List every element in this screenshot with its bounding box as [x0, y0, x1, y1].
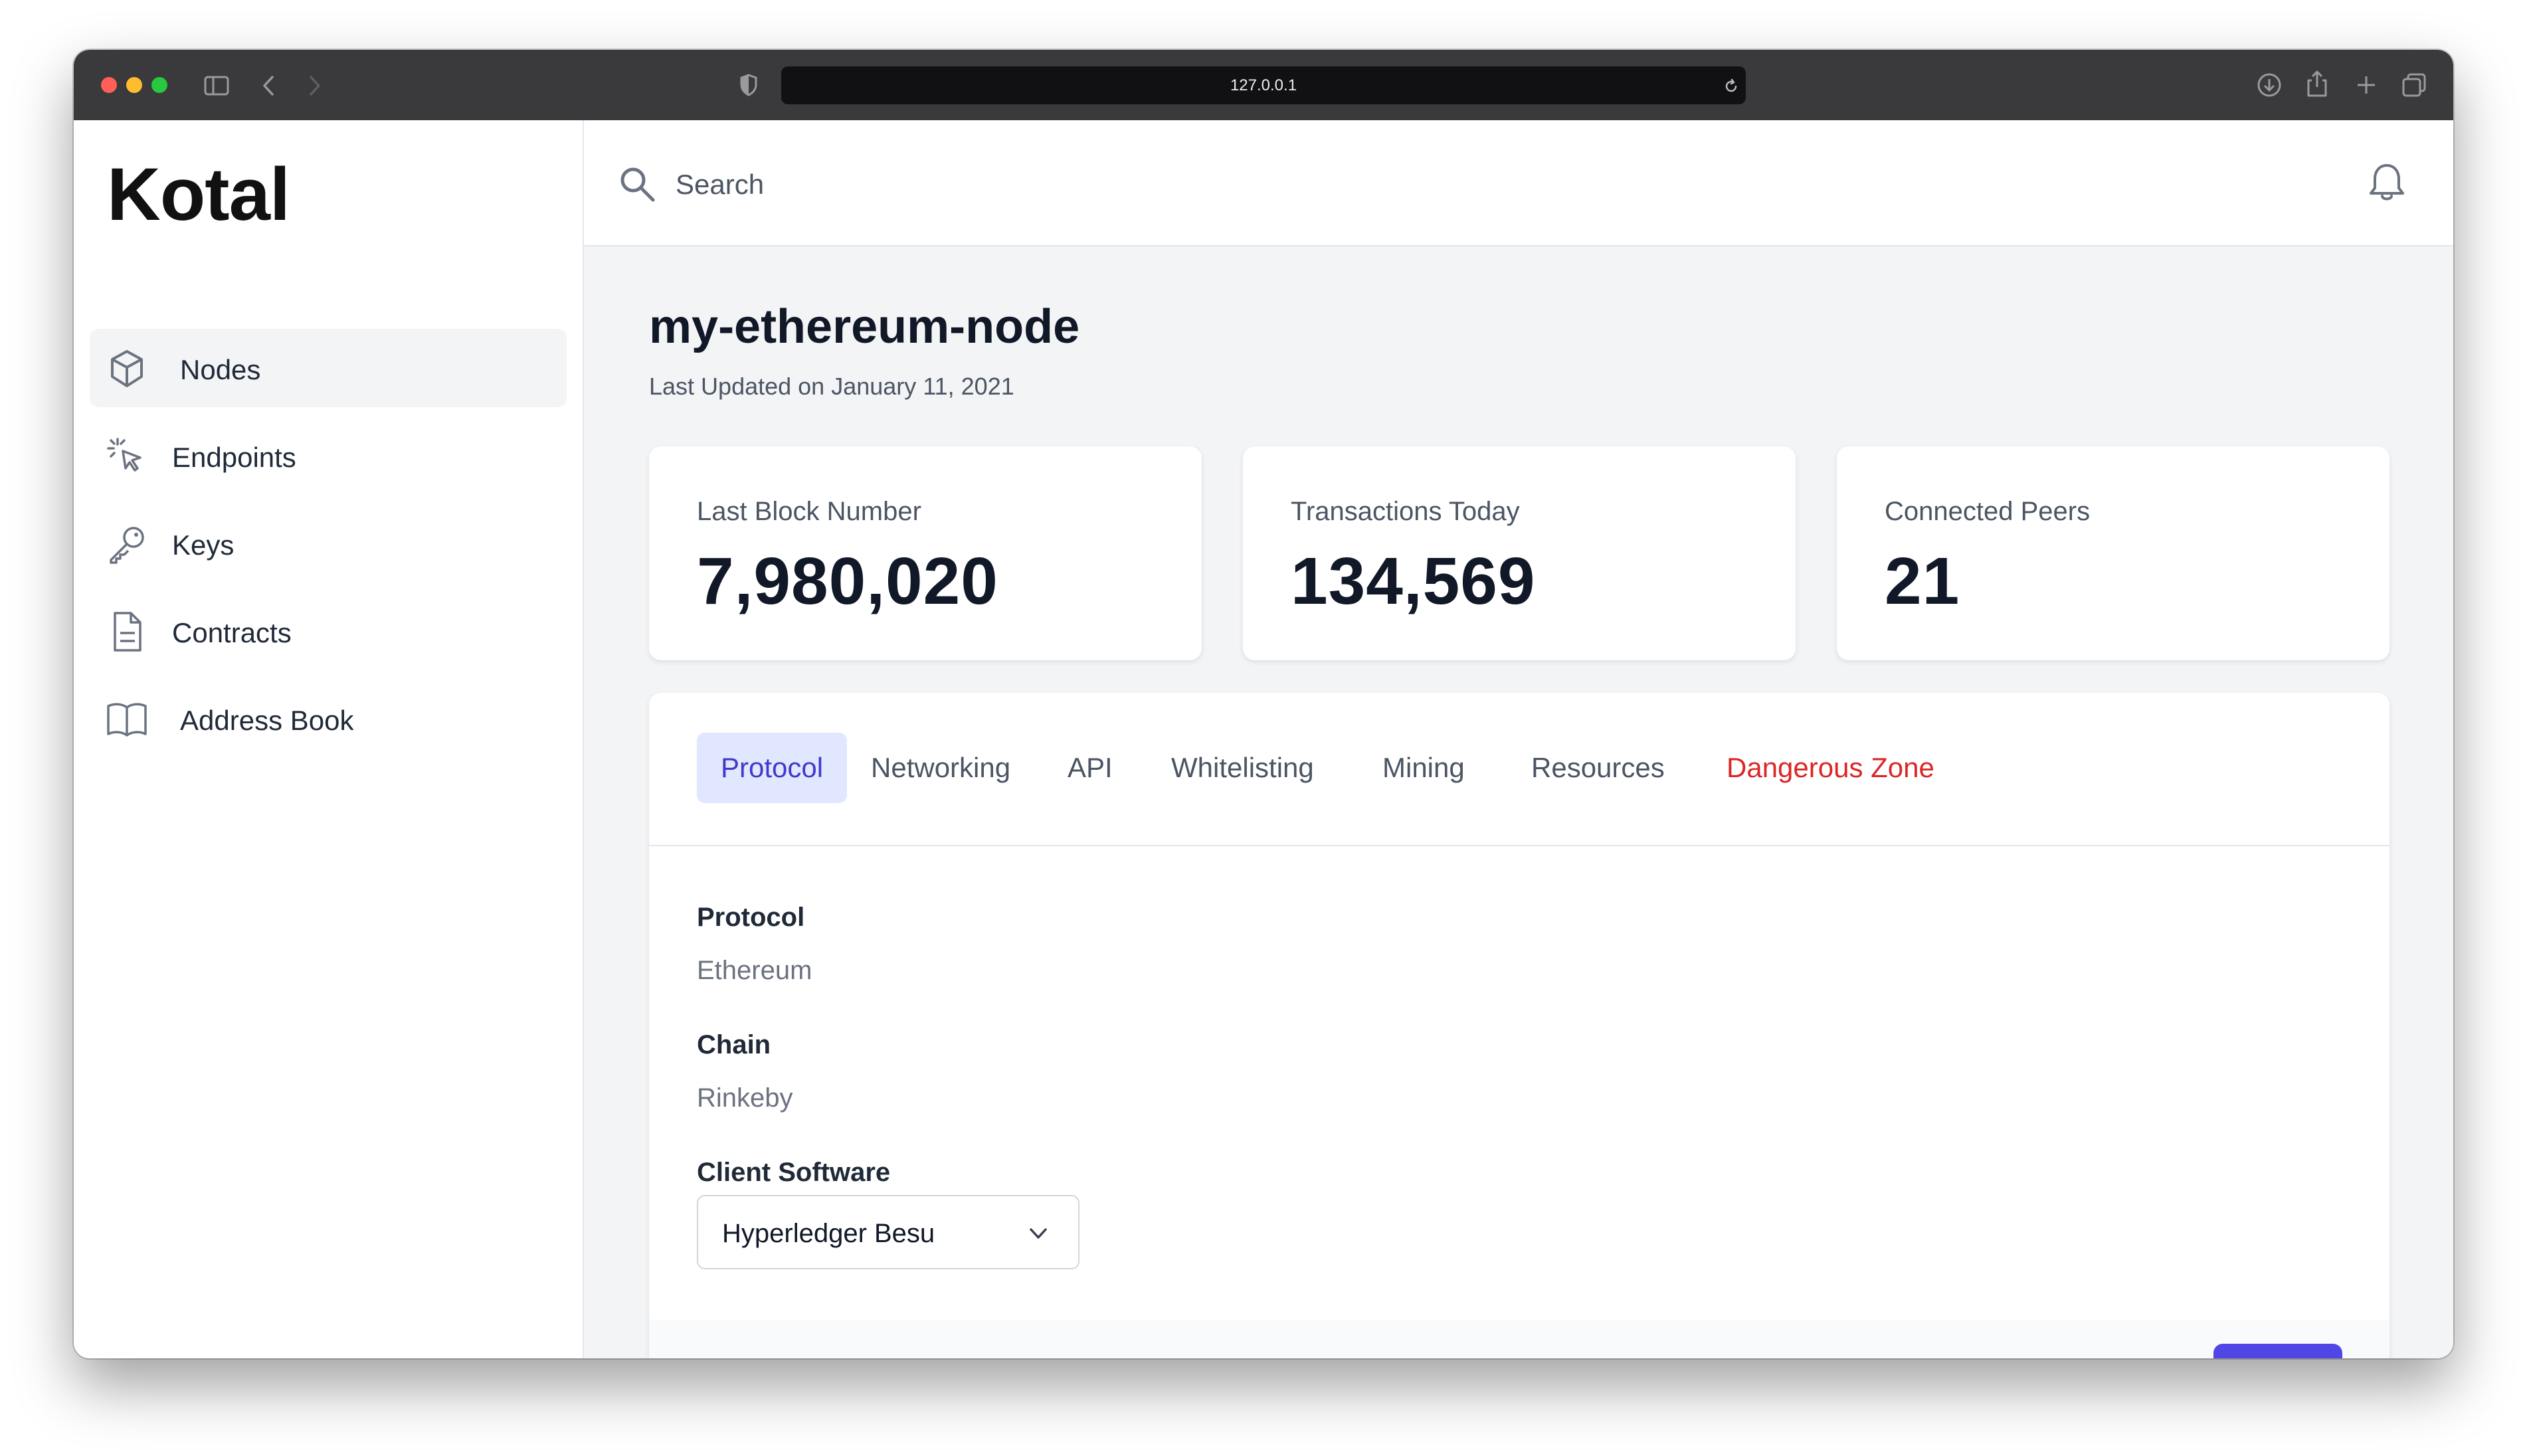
tab-dangerous-zone[interactable]: Dangerous Zone	[1703, 733, 1958, 803]
sidebar-item-label: Contracts	[172, 617, 292, 648]
url-text: 127.0.0.1	[1230, 76, 1297, 94]
page-title: my-ethereum-node	[649, 300, 1080, 353]
stat-card-peers: Connected Peers 21	[1837, 446, 2389, 660]
sidebar-toggle-icon[interactable]	[204, 76, 229, 96]
zoom-window-button[interactable]	[151, 77, 167, 93]
sidebar-item-keys[interactable]: Keys	[90, 504, 567, 583]
panel-footer	[649, 1320, 2389, 1358]
document-icon	[114, 612, 141, 652]
tab-networking[interactable]: Networking	[847, 733, 1034, 803]
last-updated-text: Last Updated on January 11, 2021	[649, 373, 1014, 400]
address-bar[interactable]: 127.0.0.1	[781, 66, 1746, 104]
app-logo[interactable]: Kotal	[107, 157, 290, 232]
sidebar-item-contracts[interactable]: Contracts	[90, 592, 567, 670]
app: Kotal Nodes Endpoints Keys Contracts Add…	[74, 120, 2453, 1358]
tab-mining[interactable]: Mining	[1358, 733, 1489, 803]
downloads-icon[interactable]	[2257, 72, 2282, 98]
tab-resources[interactable]: Resources	[1507, 733, 1689, 803]
stat-value: 134,569	[1291, 544, 1536, 618]
new-tab-icon[interactable]	[2356, 74, 2377, 96]
sidebar-item-label: Address Book	[180, 705, 354, 736]
sidebar-item-label: Keys	[172, 529, 234, 561]
browser-window: 127.0.0.1 Kotal Nodes Endpoints Keys Con…	[74, 50, 2453, 1358]
stat-value: 7,980,020	[697, 544, 998, 618]
sidebar-item-address-book[interactable]: Address Book	[90, 680, 567, 758]
chain-label: Chain	[697, 1030, 771, 1059]
cursor-click-icon	[107, 438, 141, 472]
book-icon	[107, 703, 147, 737]
chain-value: Rinkeby	[697, 1083, 793, 1113]
minimize-window-button[interactable]	[126, 77, 142, 93]
stat-label: Transactions Today	[1291, 497, 1520, 526]
tab-overview-icon[interactable]	[2401, 72, 2427, 98]
stat-value: 21	[1885, 544, 1960, 618]
sidebar-item-endpoints[interactable]: Endpoints	[90, 416, 567, 495]
tab-whitelisting[interactable]: Whitelisting	[1147, 733, 1338, 803]
privacy-shield-icon[interactable]	[739, 74, 758, 96]
tab-protocol[interactable]: Protocol	[697, 733, 848, 803]
tab-api[interactable]: API	[1044, 733, 1137, 803]
protocol-value: Ethereum	[697, 956, 812, 985]
stat-card-transactions: Transactions Today 134,569	[1243, 446, 1796, 660]
settings-panel: Protocol Networking API Whitelisting Min…	[649, 693, 2389, 1358]
browser-toolbar: 127.0.0.1	[74, 50, 2453, 120]
close-window-button[interactable]	[101, 77, 117, 93]
search-icon	[620, 167, 655, 202]
chevron-down-icon	[1030, 1228, 1047, 1239]
tab-bar: Protocol Networking API Whitelisting Min…	[649, 693, 2389, 846]
sidebar: Kotal Nodes Endpoints Keys Contracts Add…	[74, 120, 584, 1358]
sidebar-item-label: Nodes	[180, 354, 261, 385]
client-software-label: Client Software	[697, 1158, 891, 1187]
key-icon	[110, 527, 144, 564]
bell-icon[interactable]	[2364, 160, 2409, 205]
sidebar-item-label: Endpoints	[172, 442, 296, 473]
protocol-label: Protocol	[697, 903, 805, 932]
forward-icon[interactable]	[308, 75, 322, 96]
stat-label: Connected Peers	[1885, 497, 2091, 526]
reload-icon[interactable]	[1723, 78, 1739, 94]
stat-card-last-block: Last Block Number 7,980,020	[649, 446, 1202, 660]
back-icon[interactable]	[261, 75, 276, 96]
save-button[interactable]	[2213, 1344, 2342, 1358]
select-value: Hyperledger Besu	[722, 1219, 935, 1248]
stat-label: Last Block Number	[697, 497, 921, 526]
top-bar	[584, 120, 2453, 246]
client-software-select[interactable]: Hyperledger Besu	[697, 1195, 1079, 1269]
sidebar-item-nodes[interactable]: Nodes	[90, 329, 567, 407]
search-input[interactable]	[674, 164, 2271, 205]
cube-icon	[111, 350, 143, 387]
share-icon[interactable]	[2306, 70, 2328, 98]
main-content: my-ethereum-node Last Updated on January…	[584, 120, 2453, 1358]
